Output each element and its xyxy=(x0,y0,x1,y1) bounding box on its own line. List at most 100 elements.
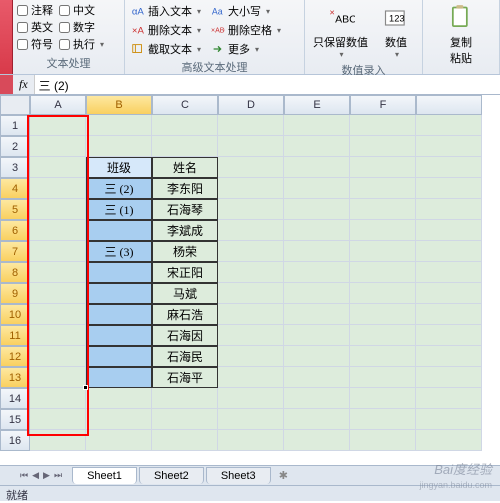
cell[interactable] xyxy=(218,241,284,262)
cell[interactable] xyxy=(416,430,482,451)
btn-更多[interactable]: 更多▾ xyxy=(209,40,283,58)
cell[interactable] xyxy=(30,115,86,136)
cell[interactable] xyxy=(218,304,284,325)
btn-数值[interactable]: 123数值▾ xyxy=(378,2,414,61)
cell[interactable] xyxy=(284,241,350,262)
cell[interactable] xyxy=(218,199,284,220)
col-header[interactable]: B xyxy=(86,95,152,115)
col-header[interactable]: A xyxy=(30,95,86,115)
cell[interactable] xyxy=(284,178,350,199)
cell[interactable]: 杨荣 xyxy=(152,241,218,262)
cell[interactable] xyxy=(416,199,482,220)
row-header[interactable]: 5 xyxy=(0,199,30,220)
cell[interactable] xyxy=(152,136,218,157)
btn-截取文本[interactable]: 截取文本▾ xyxy=(129,40,203,58)
cell[interactable] xyxy=(416,283,482,304)
cell[interactable] xyxy=(86,115,152,136)
cell[interactable] xyxy=(350,115,416,136)
cell[interactable] xyxy=(416,115,482,136)
cell[interactable] xyxy=(284,430,350,451)
cell[interactable] xyxy=(416,409,482,430)
cell[interactable] xyxy=(350,178,416,199)
cell[interactable] xyxy=(152,430,218,451)
row-header[interactable]: 1 xyxy=(0,115,30,136)
cell[interactable] xyxy=(416,241,482,262)
cell[interactable] xyxy=(218,367,284,388)
row-header[interactable]: 2 xyxy=(0,136,30,157)
copy-paste-button[interactable]: 复制 粘贴 xyxy=(427,2,495,68)
cell[interactable] xyxy=(350,388,416,409)
cell[interactable] xyxy=(218,325,284,346)
cell[interactable] xyxy=(284,199,350,220)
row-header[interactable]: 8 xyxy=(0,262,30,283)
cell[interactable] xyxy=(218,430,284,451)
spreadsheet-grid[interactable]: ABCDEF123班级姓名4三 (2)李东阳5三 (1)石海琴6李斌成7三 (3… xyxy=(0,95,500,451)
cell[interactable] xyxy=(416,178,482,199)
checkbox-英文[interactable]: 英文 xyxy=(17,19,53,35)
cell[interactable] xyxy=(218,388,284,409)
cell[interactable] xyxy=(30,199,86,220)
cell[interactable] xyxy=(86,283,152,304)
cell[interactable]: 三 (3) xyxy=(86,241,152,262)
cell[interactable]: 石海因 xyxy=(152,325,218,346)
btn-插入文本[interactable]: αA插入文本▾ xyxy=(129,2,203,20)
cell[interactable] xyxy=(30,409,86,430)
row-header[interactable]: 10 xyxy=(0,304,30,325)
cell[interactable] xyxy=(284,409,350,430)
cell[interactable] xyxy=(218,220,284,241)
select-all[interactable] xyxy=(0,95,30,115)
cell[interactable] xyxy=(86,388,152,409)
cell[interactable] xyxy=(152,388,218,409)
cell[interactable] xyxy=(218,157,284,178)
row-header[interactable]: 3 xyxy=(0,157,30,178)
cell[interactable] xyxy=(284,115,350,136)
row-header[interactable]: 14 xyxy=(0,388,30,409)
cell[interactable] xyxy=(284,388,350,409)
cell[interactable] xyxy=(350,409,416,430)
col-header[interactable]: C xyxy=(152,95,218,115)
tab-nav[interactable]: ⏮◀▶⏭ xyxy=(18,470,64,481)
cell[interactable] xyxy=(218,178,284,199)
col-header[interactable]: E xyxy=(284,95,350,115)
col-header[interactable] xyxy=(416,95,482,115)
btn-删除空格[interactable]: ×ABC删除空格▾ xyxy=(209,21,283,39)
cell[interactable] xyxy=(218,346,284,367)
cell[interactable] xyxy=(416,157,482,178)
cell[interactable] xyxy=(86,430,152,451)
cell[interactable] xyxy=(416,388,482,409)
row-header[interactable]: 11 xyxy=(0,325,30,346)
cell[interactable] xyxy=(218,136,284,157)
cell[interactable] xyxy=(86,367,152,388)
cell[interactable] xyxy=(30,367,86,388)
cell[interactable] xyxy=(416,304,482,325)
cell[interactable] xyxy=(350,220,416,241)
cell[interactable] xyxy=(350,304,416,325)
cell[interactable] xyxy=(86,325,152,346)
formula-input[interactable]: 三 (2) xyxy=(34,75,500,94)
cell[interactable] xyxy=(416,262,482,283)
row-header[interactable]: 16 xyxy=(0,430,30,451)
cell[interactable]: 石海平 xyxy=(152,367,218,388)
cell[interactable] xyxy=(350,283,416,304)
cell[interactable]: 石海琴 xyxy=(152,199,218,220)
cell[interactable] xyxy=(86,262,152,283)
cell[interactable] xyxy=(350,241,416,262)
checkbox-数字[interactable]: 数字 xyxy=(59,19,104,35)
cell[interactable]: 班级 xyxy=(86,157,152,178)
btn-大小写[interactable]: Aa大小写▾ xyxy=(209,2,283,20)
cell[interactable]: 石海民 xyxy=(152,346,218,367)
new-sheet-icon[interactable]: ✱ xyxy=(279,469,288,482)
checkbox-执行[interactable]: 执行▾ xyxy=(59,36,104,52)
checkbox-注释[interactable]: 注释 xyxy=(17,2,53,18)
cell[interactable] xyxy=(350,262,416,283)
cell[interactable] xyxy=(350,199,416,220)
cell[interactable]: 李东阳 xyxy=(152,178,218,199)
cell[interactable] xyxy=(30,388,86,409)
cell[interactable] xyxy=(30,283,86,304)
cell[interactable] xyxy=(86,220,152,241)
row-header[interactable]: 7 xyxy=(0,241,30,262)
cell[interactable] xyxy=(350,367,416,388)
cell[interactable]: 马斌 xyxy=(152,283,218,304)
row-header[interactable]: 9 xyxy=(0,283,30,304)
cell[interactable] xyxy=(284,220,350,241)
